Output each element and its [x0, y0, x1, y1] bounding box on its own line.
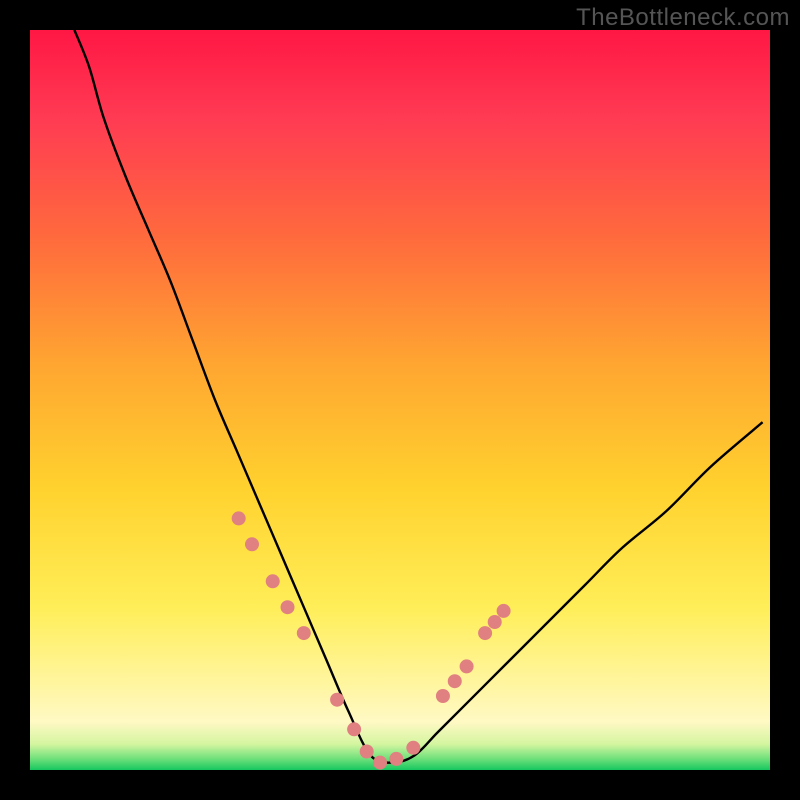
curve-marker [232, 511, 246, 525]
curve-marker [281, 600, 295, 614]
curve-marker [266, 574, 280, 588]
curve-marker [488, 615, 502, 629]
curve-marker [497, 604, 511, 618]
curve-marker [448, 674, 462, 688]
curve-marker [406, 741, 420, 755]
curve-marker [347, 722, 361, 736]
bottleneck-chart [0, 0, 800, 800]
curve-marker [436, 689, 450, 703]
gradient-plot-area [30, 30, 770, 770]
curve-marker [360, 745, 374, 759]
curve-marker [389, 752, 403, 766]
chart-stage: TheBottleneck.com [0, 0, 800, 800]
curve-marker [478, 626, 492, 640]
watermark-text: TheBottleneck.com [576, 4, 790, 32]
curve-marker [330, 693, 344, 707]
curve-marker [373, 756, 387, 770]
curve-marker [460, 659, 474, 673]
curve-marker [245, 537, 259, 551]
curve-marker [297, 626, 311, 640]
